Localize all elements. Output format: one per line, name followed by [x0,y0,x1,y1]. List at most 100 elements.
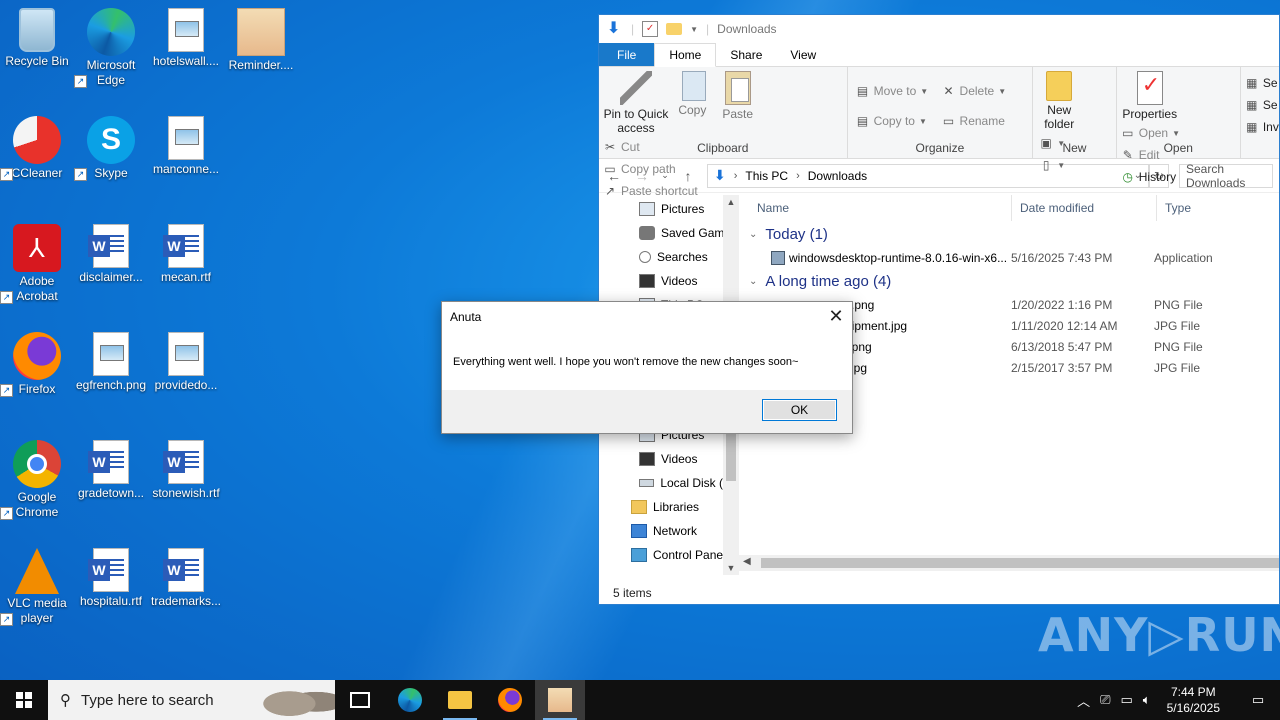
tab-share[interactable]: Share [716,43,776,66]
group-collapse-icon[interactable]: ⌄ [749,276,757,287]
paste-button[interactable]: Paste [716,71,760,121]
taskbar-anuta-app[interactable] [535,680,585,720]
desktop-icon[interactable]: Wtrademarks... [149,548,223,609]
notification-icon[interactable]: ▭ [1236,692,1280,708]
scroll-up-icon[interactable]: ▲ [723,197,739,207]
desktop-icon[interactable]: providedo... [149,332,223,393]
task-view-button[interactable] [335,680,385,720]
address-bar[interactable]: ⬇ › This PC › Downloads ⌄ [707,163,1149,188]
desktop-icon[interactable]: hotelswall.... [149,8,223,69]
desktop-icon[interactable]: ↗ Microsoft Edge [74,8,148,88]
group-today[interactable]: ⌄ Today (1) [749,221,1279,247]
explorer-title-bar[interactable]: ⬇ | ✓ ▼ | Downloads [599,15,1279,43]
desktop-icon[interactable]: Wstonewish.rtf [149,440,223,501]
pin-quick-access-button[interactable]: Pin to Quick access [603,71,669,135]
properties-icon [1136,71,1163,105]
copy-path-button[interactable]: ▭ Copy path [603,159,698,179]
select-all-button[interactable]: ▦ Se [1245,73,1279,93]
dialog-message: Everything went well. I hope you won't r… [453,356,799,368]
easy-access-button[interactable]: ▯ ▼ [1039,155,1065,175]
file-type: JPG File [1154,360,1201,375]
desktop-icon[interactable]: egfrench.png [74,332,148,393]
file-name-cell: windowsdesktop-runtime-8.0.16-win-x6... [749,250,1009,265]
copy-button[interactable]: Copy [672,71,712,117]
ok-button[interactable]: OK [762,399,837,421]
copy-to-icon: ▤ [856,114,869,128]
image-file-icon [168,332,204,376]
desktop-icon[interactable]: Recycle Bin [0,8,74,69]
desktop-icon[interactable]: ↗ ⅄ Adobe Acrobat [0,224,74,304]
properties-quick-icon[interactable]: ✓ [642,21,659,37]
new-folder-quick-icon[interactable] [666,23,683,35]
open-button[interactable]: ▭ Open ▼ [1121,123,1180,143]
open-group: Properties ▭Open▼ ✎Edit ◷History Open [1117,67,1241,184]
taskbar-edge[interactable] [385,680,435,720]
group-collapse-icon[interactable]: ⌄ [749,229,757,240]
desktop-icon-label: Reminder.... [228,58,294,72]
taskbar-file-explorer[interactable] [435,680,485,720]
rename-button[interactable]: ▭ Rename [942,111,1007,131]
select-all-icon: ▦ [1246,76,1258,90]
paste-icon [724,71,751,105]
desktop-icon[interactable]: Wdisclaimer... [74,224,148,285]
column-date-modified[interactable]: Date modified [1012,195,1157,221]
horizontal-scrollbar[interactable]: ◀ [739,555,1279,571]
shortcut-arrow-icon: ↗ [0,291,13,304]
desktop-icon[interactable]: Wmecan.rtf [149,224,223,285]
chevron-up-icon[interactable]: ︿ [1077,691,1090,710]
desktop-icon-label: gradetown... [77,486,145,500]
ribbon-tabs: File Home Share View [599,43,1279,67]
nav-item-label: Searches [657,250,708,264]
properties-button[interactable]: Properties [1121,71,1179,121]
anime-app-icon [548,688,572,712]
history-button[interactable]: ◷ History [1121,167,1180,187]
network-icon[interactable]: ▭ [1121,692,1133,708]
file-row[interactable]: windowsdesktop-runtime-8.0.16-win-x6... 5… [749,247,1279,268]
desktop-icon[interactable]: Whospitalu.rtf [74,548,148,609]
dialog-footer: OK [442,390,852,433]
tab-home[interactable]: Home [654,43,717,67]
scroll-left-icon[interactable]: ◀ [743,556,751,567]
window-title: Downloads [717,22,777,36]
move-to-button[interactable]: ▤ Move to ▼ [856,81,928,101]
volume-icon[interactable]: 🔈︎ [1143,692,1151,708]
delete-button[interactable]: ✕ Delete ▼ [942,81,1007,101]
group-long-ago[interactable]: ⌄ A long time ago (4) [749,268,1279,294]
copy-to-button[interactable]: ▤ Copy to ▼ [856,111,929,131]
shortcut-arrow-icon: ↗ [0,507,13,520]
desktop-icon[interactable]: manconne... [149,116,223,177]
breadcrumb-downloads[interactable]: Downloads [808,169,867,183]
desktop-icon[interactable]: ↗ Google Chrome [0,440,74,520]
desktop-icon[interactable]: Wgradetown... [74,440,148,501]
tab-file[interactable]: File [599,43,655,66]
meet-now-icon[interactable]: ⎚ [1100,692,1110,708]
application-file-icon [771,250,785,265]
start-button[interactable] [0,680,48,720]
column-type[interactable]: Type [1157,195,1191,221]
invert-selection-icon: ▦ [1246,120,1258,134]
desktop-icon[interactable]: ↗ CCleaner [0,116,74,181]
invert-selection-button[interactable]: ▦ Inv [1245,117,1279,137]
taskbar-firefox[interactable] [485,680,535,720]
horizontal-scroll-thumb[interactable] [761,558,1279,568]
network-icon [631,524,647,538]
desktop-icon[interactable]: ↗ VLC media player [0,548,74,626]
new-folder-button[interactable]: New folder [1037,71,1081,131]
close-icon[interactable]: ✕ [826,306,846,326]
organize-group: ▤ Move to ▼ ▤ Copy to ▼ ✕ Delete ▼ ▭ Rename Org… [848,67,1034,158]
quick-access-dropdown-icon[interactable]: ▼ [690,25,698,34]
clock[interactable]: 7:44 PM 5/16/2025 [1161,684,1226,716]
desktop-icon-label: trademarks... [150,594,222,608]
column-name[interactable]: Name [749,195,1012,221]
desktop-icon[interactable]: Reminder.... [224,8,298,73]
search-input[interactable]: Search Downloads [1179,162,1273,190]
desktop-icon-label: disclaimer... [79,270,143,284]
desktop-icon[interactable]: ↗ S Skype [74,116,148,181]
select-none-button[interactable]: ▦ Se [1245,95,1279,115]
breadcrumb-this-pc[interactable]: This PC [745,169,788,183]
tab-view[interactable]: View [776,43,830,66]
desktop-icon[interactable]: ↗ Firefox [0,332,74,397]
scroll-down-icon[interactable]: ▼ [723,563,739,573]
taskbar-search-box[interactable]: ⚲ Type here to search [48,680,335,720]
delete-x-icon: ✕ [943,84,954,98]
